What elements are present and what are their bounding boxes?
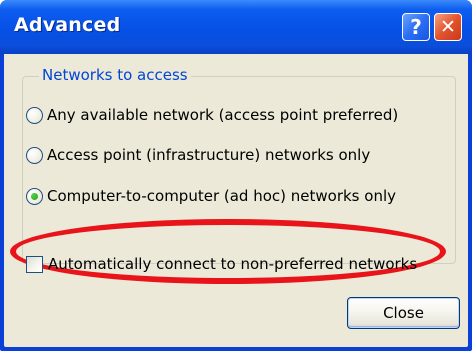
question-mark-icon: ? bbox=[410, 15, 422, 39]
dialog-body: Networks to access Any available network… bbox=[4, 54, 468, 347]
help-button[interactable]: ? bbox=[402, 13, 430, 41]
radio-button-selected[interactable] bbox=[26, 187, 43, 205]
radio-any-available-network[interactable]: Any available network (access point pref… bbox=[26, 106, 398, 124]
auto-connect-checkbox[interactable] bbox=[26, 255, 43, 273]
radio-selected-dot-icon bbox=[31, 192, 38, 200]
group-legend: Networks to access bbox=[39, 66, 191, 84]
title-close-button[interactable]: ✕ bbox=[434, 13, 462, 41]
auto-connect-option[interactable]: Automatically connect to non-preferred n… bbox=[26, 255, 417, 273]
radio-label: Computer-to-computer (ad hoc) networks o… bbox=[47, 187, 396, 205]
radio-access-point-only[interactable]: Access point (infrastructure) networks o… bbox=[26, 146, 370, 164]
advanced-dialog: Advanced ? ✕ Networks to access Any avai… bbox=[0, 0, 472, 351]
title-bar[interactable]: Advanced ? ✕ bbox=[0, 0, 472, 54]
radio-label: Any available network (access point pref… bbox=[47, 106, 399, 124]
auto-connect-label: Automatically connect to non-preferred n… bbox=[48, 255, 418, 273]
window-title: Advanced bbox=[14, 14, 121, 36]
radio-label: Access point (infrastructure) networks o… bbox=[47, 146, 371, 164]
networks-to-access-group: Networks to access bbox=[22, 66, 456, 264]
radio-button[interactable] bbox=[26, 106, 43, 124]
radio-button[interactable] bbox=[26, 146, 43, 164]
radio-ad-hoc-only[interactable]: Computer-to-computer (ad hoc) networks o… bbox=[26, 187, 396, 205]
close-icon: ✕ bbox=[440, 16, 456, 38]
close-button[interactable]: Close bbox=[347, 297, 460, 329]
